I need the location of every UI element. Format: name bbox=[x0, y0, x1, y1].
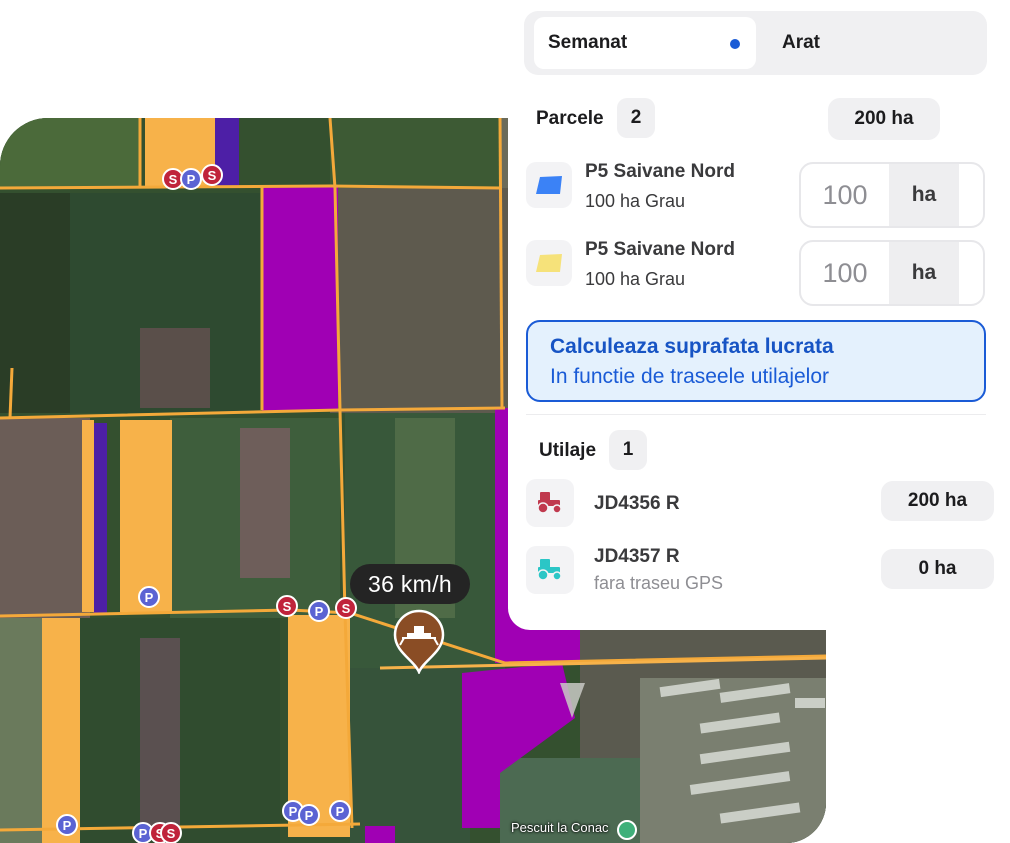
marker-p[interactable]: P bbox=[308, 600, 330, 622]
poi-icon[interactable] bbox=[617, 820, 637, 840]
parcel-area-value[interactable]: 100 bbox=[801, 164, 889, 226]
parcel-detail: 100 ha Grau bbox=[585, 269, 686, 289]
equipment-name: JD4356 R bbox=[594, 493, 680, 514]
parcels-total-area: 200 ha bbox=[828, 98, 940, 140]
tractor-location-pin[interactable] bbox=[392, 608, 446, 674]
marker-s[interactable]: S bbox=[160, 822, 182, 843]
marker-s[interactable]: S bbox=[335, 597, 357, 619]
parcel-shape-icon bbox=[526, 240, 572, 286]
parcel-area-field[interactable]: 100 ha bbox=[799, 162, 985, 228]
calculate-subtitle: In functie de traseele utilajelor bbox=[550, 365, 829, 388]
equipment-area: 200 ha bbox=[881, 481, 994, 521]
calculate-title: Calculeaza suprafata lucrata bbox=[550, 335, 834, 358]
parcels-count-badge: 2 bbox=[617, 98, 655, 138]
marker-p[interactable]: P bbox=[298, 804, 320, 826]
parcel-detail: 100 ha Grau bbox=[585, 191, 686, 211]
calculate-area-button[interactable]: Calculeaza suprafata lucrata In functie … bbox=[526, 320, 986, 402]
tractor-icon bbox=[526, 546, 574, 594]
marker-s[interactable]: S bbox=[201, 164, 223, 186]
tractor-pin-icon bbox=[393, 609, 445, 674]
tab-semanat-label: Semanat bbox=[548, 32, 628, 53]
equipment-title: Utilaje bbox=[539, 440, 597, 461]
marker-s[interactable]: S bbox=[276, 595, 298, 617]
equipment-count-badge: 1 bbox=[609, 430, 647, 470]
marker-p[interactable]: P bbox=[56, 814, 78, 836]
active-dot-icon bbox=[730, 39, 740, 49]
tab-semanat[interactable]: Semanat bbox=[534, 17, 756, 69]
marker-p[interactable]: P bbox=[180, 168, 202, 190]
tab-arat[interactable]: Arat bbox=[782, 17, 820, 69]
parcel-area-field[interactable]: 100 ha bbox=[799, 240, 985, 306]
parcel-area-unit: ha bbox=[889, 242, 959, 304]
poi-label[interactable]: Pescuit la Conac bbox=[511, 820, 609, 835]
parcel-name: P5 Saivane Nord bbox=[585, 239, 735, 260]
section-divider bbox=[526, 414, 986, 415]
equipment-area: 0 ha bbox=[881, 549, 994, 589]
tractor-icon bbox=[526, 479, 574, 527]
speed-indicator: 36 km/h bbox=[350, 564, 470, 604]
marker-p[interactable]: P bbox=[138, 586, 160, 608]
parcel-area-unit: ha bbox=[889, 164, 959, 226]
equipment-name: JD4357 R bbox=[594, 546, 680, 567]
equipment-detail: fara traseu GPS bbox=[594, 573, 724, 593]
work-panel: Semanat Arat Parcele 2 200 ha P5 Saivane… bbox=[508, 0, 1010, 630]
marker-p[interactable]: P bbox=[329, 800, 351, 822]
parcel-shape-icon bbox=[526, 162, 572, 208]
operation-tabs: Semanat Arat bbox=[524, 11, 987, 75]
parcels-title: Parcele bbox=[536, 108, 604, 129]
parcel-area-value[interactable]: 100 bbox=[801, 242, 889, 304]
parcel-name: P5 Saivane Nord bbox=[585, 161, 735, 182]
